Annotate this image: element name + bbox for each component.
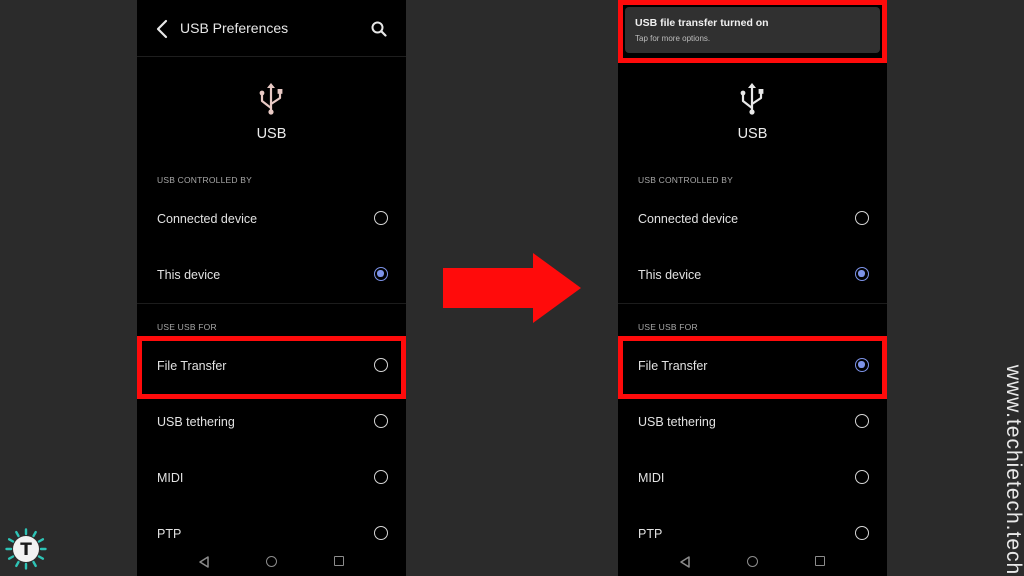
- divider: [137, 303, 406, 304]
- usb-icon: [259, 83, 283, 115]
- right-arrow-icon: [443, 253, 581, 323]
- highlight-box-notification: [618, 0, 887, 63]
- option-label: MIDI: [157, 471, 184, 485]
- highlight-box-file-transfer-before: [137, 336, 406, 399]
- usb-title: USB: [737, 126, 768, 142]
- usb-title: USB: [256, 126, 287, 142]
- radio-button[interactable]: [855, 526, 869, 540]
- option-label: MIDI: [638, 471, 665, 485]
- nav-back-icon[interactable]: [198, 556, 210, 568]
- radio-button-selected[interactable]: [374, 267, 388, 281]
- radio-button[interactable]: [374, 526, 388, 540]
- section-header-use-usb-for: USE USB FOR: [638, 322, 698, 332]
- back-arrow-icon[interactable]: [155, 19, 169, 39]
- search-icon[interactable]: [370, 20, 388, 38]
- nav-back-icon[interactable]: [679, 556, 691, 568]
- option-label: PTP: [157, 527, 182, 541]
- nav-home-icon[interactable]: [747, 556, 758, 567]
- option-label: Connected device: [638, 212, 739, 226]
- section-header-use-usb-for: USE USB FOR: [157, 322, 217, 332]
- usb-icon: [740, 83, 764, 115]
- divider: [618, 303, 887, 304]
- option-label: This device: [638, 268, 702, 282]
- app-bar: USB Preferences: [137, 0, 406, 57]
- page-title: USB Preferences: [180, 20, 289, 36]
- nav-recents-icon[interactable]: [815, 556, 825, 566]
- nav-home-icon[interactable]: [266, 556, 277, 567]
- highlight-box-file-transfer-after: [618, 336, 887, 399]
- navigation-bar: [618, 548, 887, 576]
- radio-button-selected[interactable]: [855, 267, 869, 281]
- option-label: USB tethering: [157, 415, 235, 429]
- section-header-usb-controlled-by: USB CONTROLLED BY: [157, 175, 253, 185]
- watermark-url: www.techietech.tech: [1002, 364, 1024, 576]
- option-label: This device: [157, 268, 221, 282]
- radio-button[interactable]: [855, 414, 869, 428]
- logo-letter: T: [20, 540, 32, 560]
- radio-button[interactable]: [855, 211, 869, 225]
- option-label: Connected device: [157, 212, 258, 226]
- section-header-usb-controlled-by: USB CONTROLLED BY: [638, 175, 734, 185]
- option-label: PTP: [638, 527, 663, 541]
- techietech-logo-icon: T: [5, 528, 47, 570]
- usb-preferences-screen-after: USB file transfer turned on Tap for more…: [618, 0, 887, 576]
- usb-preferences-screen-before: USB Preferences USB USB CONTROLLED BY Co…: [137, 0, 406, 576]
- radio-button[interactable]: [374, 414, 388, 428]
- nav-recents-icon[interactable]: [334, 556, 344, 566]
- radio-button[interactable]: [374, 211, 388, 225]
- navigation-bar: [137, 548, 406, 576]
- radio-button[interactable]: [374, 470, 388, 484]
- radio-button[interactable]: [855, 470, 869, 484]
- option-label: USB tethering: [638, 415, 716, 429]
